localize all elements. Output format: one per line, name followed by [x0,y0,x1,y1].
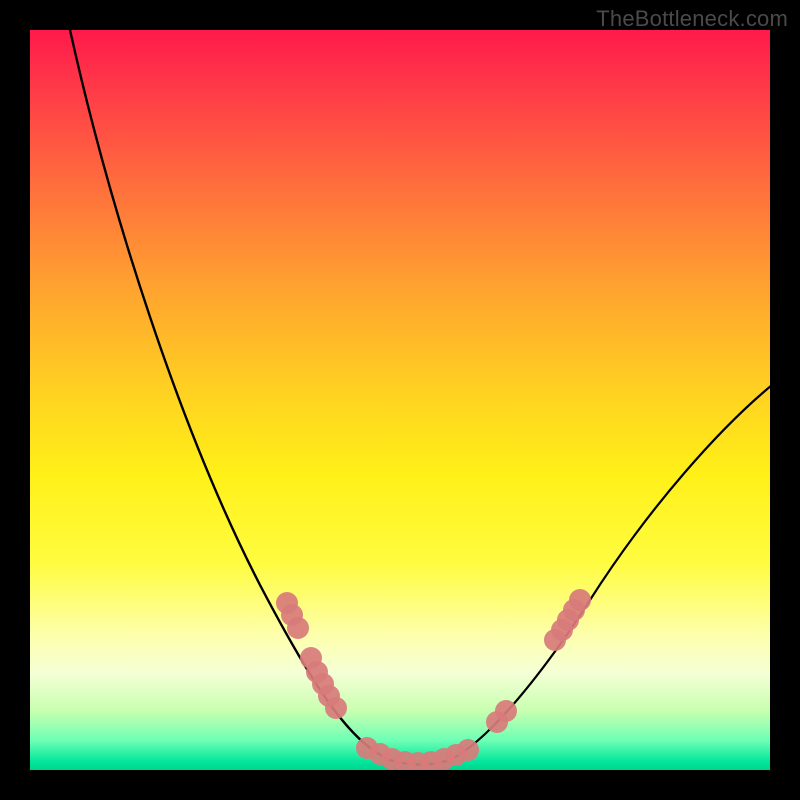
chart-frame: TheBottleneck.com [0,0,800,800]
watermark-text: TheBottleneck.com [596,6,788,32]
plot-area [30,30,770,770]
data-points [276,589,591,770]
bottleneck-curve [30,30,770,770]
curve-left-branch [70,30,390,760]
